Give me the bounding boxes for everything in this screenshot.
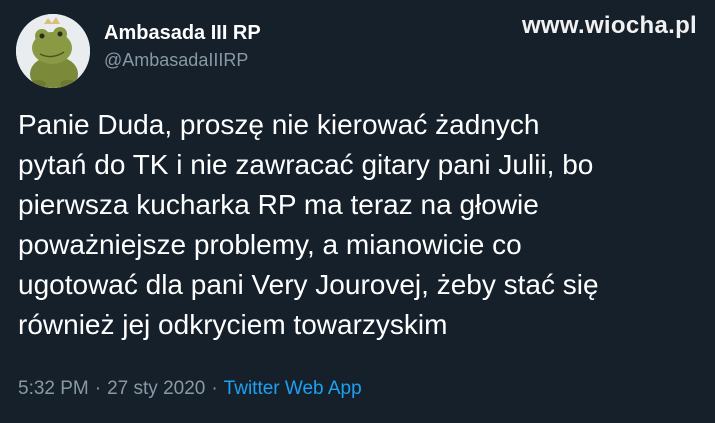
tweet-time[interactable]: 5:32 PM — [18, 378, 89, 399]
tweet-date[interactable]: 27 sty 2020 — [107, 378, 205, 399]
tweet-source-link[interactable]: Twitter Web App — [224, 378, 362, 399]
tweet-text-line: ugotować dla pani Very Jourovej, żeby st… — [18, 269, 599, 300]
tweet-card: Ambasada III RP @AmbasadaIIIRP www.wioch… — [0, 0, 715, 423]
author-handle[interactable]: @AmbasadaIIIRP — [104, 48, 261, 72]
tweet-text-line: pytań do TK i nie zawracać gitary pani J… — [18, 149, 594, 180]
meta-separator: · — [211, 378, 218, 399]
author-display-name[interactable]: Ambasada III RP — [104, 20, 261, 46]
frog-plush-icon — [16, 14, 90, 88]
tweet-meta: 5:32 PM · 27 sty 2020 · Twitter Web App — [18, 376, 362, 402]
watermark: www.wiocha.pl — [521, 12, 697, 39]
tweet-text-line: pierwsza kucharka RP ma teraz na głowie — [18, 189, 539, 220]
meta-separator: · — [94, 378, 102, 399]
tweet-text-line: poważniejsze problemy, a mianowicie co — [18, 229, 522, 260]
tweet-text-line: Panie Duda, proszę nie kierować żadnych — [18, 109, 540, 140]
author-header: Ambasada III RP @AmbasadaIIIRP — [104, 20, 261, 72]
tweet-text-line: również jej odkryciem towarzyskim — [18, 309, 448, 340]
avatar[interactable] — [16, 14, 90, 88]
tweet-text: Panie Duda, proszę nie kierować żadnych … — [18, 105, 698, 345]
